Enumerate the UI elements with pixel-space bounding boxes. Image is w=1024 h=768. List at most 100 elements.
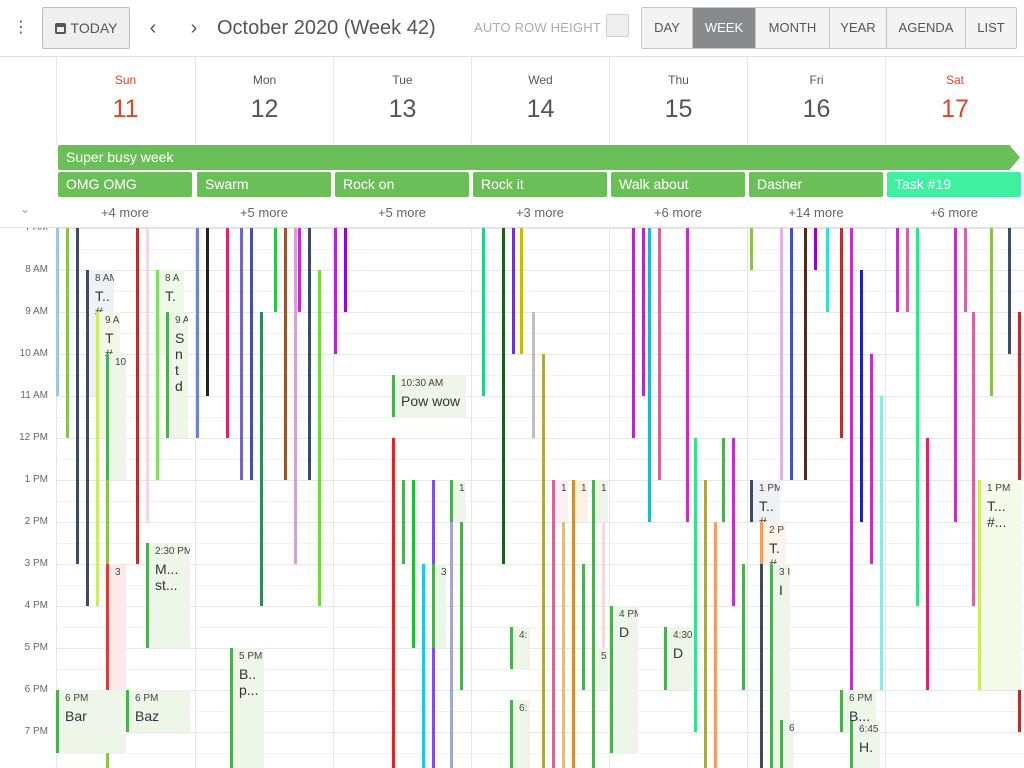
event-bar[interactable] <box>694 438 697 732</box>
event-bar[interactable] <box>318 270 321 606</box>
event-bar[interactable] <box>250 228 253 480</box>
auto-row-height-checkbox[interactable] <box>606 14 629 37</box>
calendar-event[interactable]: 2 P T. # <box>760 522 786 564</box>
calendar-event[interactable]: 6:45 H. <box>850 721 880 768</box>
calendar-event[interactable]: 1 PM T... #... <box>978 480 1022 690</box>
calendar-event[interactable]: 1 PM T.. # <box>750 480 780 522</box>
event-bar[interactable] <box>572 480 575 768</box>
event-bar[interactable] <box>512 228 515 354</box>
calendar-event[interactable]: 1 <box>450 480 466 522</box>
event-bar[interactable] <box>826 228 829 312</box>
event-bar[interactable] <box>804 228 807 480</box>
event-bar[interactable] <box>532 312 535 438</box>
event-bar[interactable] <box>880 396 883 690</box>
event-bar[interactable] <box>412 480 415 648</box>
calendar-event[interactable]: 10:30 AM Pow wow <box>392 375 466 417</box>
chevron-left-icon[interactable]: ‹ <box>139 14 167 42</box>
event-bar[interactable] <box>422 564 425 768</box>
event-bar[interactable] <box>658 228 661 480</box>
calendar-event[interactable]: 10 <box>106 354 126 480</box>
all-day-event[interactable]: Rock on <box>335 172 469 197</box>
event-bar[interactable] <box>308 228 311 480</box>
event-bar[interactable] <box>648 228 651 522</box>
event-bar[interactable] <box>632 228 635 438</box>
event-bar[interactable] <box>402 480 405 564</box>
event-bar[interactable] <box>790 228 793 480</box>
calendar-event[interactable]: 2:30 PM M... st... <box>146 543 190 648</box>
more-events-link[interactable]: +4 more <box>56 201 194 225</box>
all-day-event[interactable]: Rock it <box>473 172 607 197</box>
event-bar[interactable] <box>196 228 199 438</box>
view-list-button[interactable]: LIST <box>966 8 1016 48</box>
multi-day-event[interactable]: Super busy week <box>58 145 1020 170</box>
more-events-link[interactable]: +6 more <box>885 201 1023 225</box>
calendar-event[interactable]: 4 PM D <box>610 606 638 753</box>
event-bar[interactable] <box>206 228 209 396</box>
event-bar[interactable] <box>964 228 967 312</box>
event-bar[interactable] <box>732 438 735 606</box>
event-bar[interactable] <box>870 354 873 564</box>
event-bar[interactable] <box>56 228 59 396</box>
event-bar[interactable] <box>298 228 301 312</box>
calendar-event[interactable]: 6 PM Bar <box>56 690 126 753</box>
calendar-event[interactable]: 4:30 D <box>664 627 692 690</box>
event-bar[interactable] <box>136 228 139 564</box>
event-bar[interactable] <box>906 228 909 312</box>
today-button[interactable]: TODAY <box>42 7 130 49</box>
day-header[interactable]: Tue 13 <box>333 56 471 144</box>
view-day-button[interactable]: DAY <box>642 8 693 48</box>
event-bar[interactable] <box>990 228 993 396</box>
event-bar[interactable] <box>226 228 229 438</box>
event-bar[interactable] <box>916 228 919 606</box>
event-bar[interactable] <box>814 228 817 270</box>
calendar-event[interactable]: 4: <box>510 627 530 669</box>
all-day-event[interactable]: Dasher <box>749 172 883 197</box>
calendar-event[interactable]: 5 PM B.. p... <box>230 648 264 768</box>
more-events-link[interactable]: +14 more <box>747 201 885 225</box>
event-bar[interactable] <box>896 228 899 312</box>
view-week-button[interactable]: WEEK <box>693 8 756 48</box>
event-bar[interactable] <box>146 228 149 522</box>
all-day-event[interactable]: Task #19 <box>887 172 1021 197</box>
kebab-menu-icon[interactable]: ⋮ <box>8 14 34 42</box>
day-header[interactable]: Wed 14 <box>471 56 609 144</box>
event-bar[interactable] <box>562 522 565 768</box>
view-month-button[interactable]: MONTH <box>756 8 830 48</box>
event-bar[interactable] <box>686 228 689 522</box>
day-header[interactable]: Fri 16 <box>747 56 885 144</box>
day-header[interactable]: Thu 15 <box>609 56 747 144</box>
calendar-event[interactable]: 1 <box>572 480 588 522</box>
event-bar[interactable] <box>520 228 523 354</box>
event-bar[interactable] <box>954 228 957 522</box>
event-bar[interactable] <box>742 564 745 690</box>
event-bar[interactable] <box>260 312 263 606</box>
calendar-event[interactable]: 6 <box>780 720 794 768</box>
event-bar[interactable] <box>1008 228 1011 354</box>
event-bar[interactable] <box>704 480 707 768</box>
chevron-down-icon[interactable]: ⌄ <box>20 201 36 217</box>
event-bar[interactable] <box>850 228 853 690</box>
calendar-event[interactable]: 3 <box>106 564 126 690</box>
calendar-event[interactable]: 1 <box>592 480 608 522</box>
event-bar[interactable] <box>860 270 863 522</box>
event-bar[interactable] <box>750 228 753 270</box>
day-header[interactable]: Sat 17 <box>885 56 1024 144</box>
more-events-link[interactable]: +3 more <box>471 201 609 225</box>
event-bar[interactable] <box>294 228 297 564</box>
event-bar[interactable] <box>972 312 975 606</box>
event-bar[interactable] <box>592 480 595 768</box>
calendar-event[interactable]: 1 <box>552 480 568 522</box>
all-day-event[interactable]: Walk about <box>611 172 745 197</box>
event-bar[interactable] <box>284 228 287 480</box>
calendar-event[interactable]: 5 <box>592 648 608 690</box>
event-bar[interactable] <box>482 228 485 396</box>
event-bar[interactable] <box>392 438 395 768</box>
event-bar[interactable] <box>240 228 243 480</box>
event-bar[interactable] <box>714 522 717 768</box>
event-bar[interactable] <box>542 354 545 768</box>
event-bar[interactable] <box>722 438 725 522</box>
all-day-event[interactable]: OMG OMG <box>58 172 192 197</box>
event-bar[interactable] <box>840 228 843 438</box>
calendar-event[interactable]: 3 <box>432 564 446 648</box>
view-year-button[interactable]: YEAR <box>830 8 887 48</box>
